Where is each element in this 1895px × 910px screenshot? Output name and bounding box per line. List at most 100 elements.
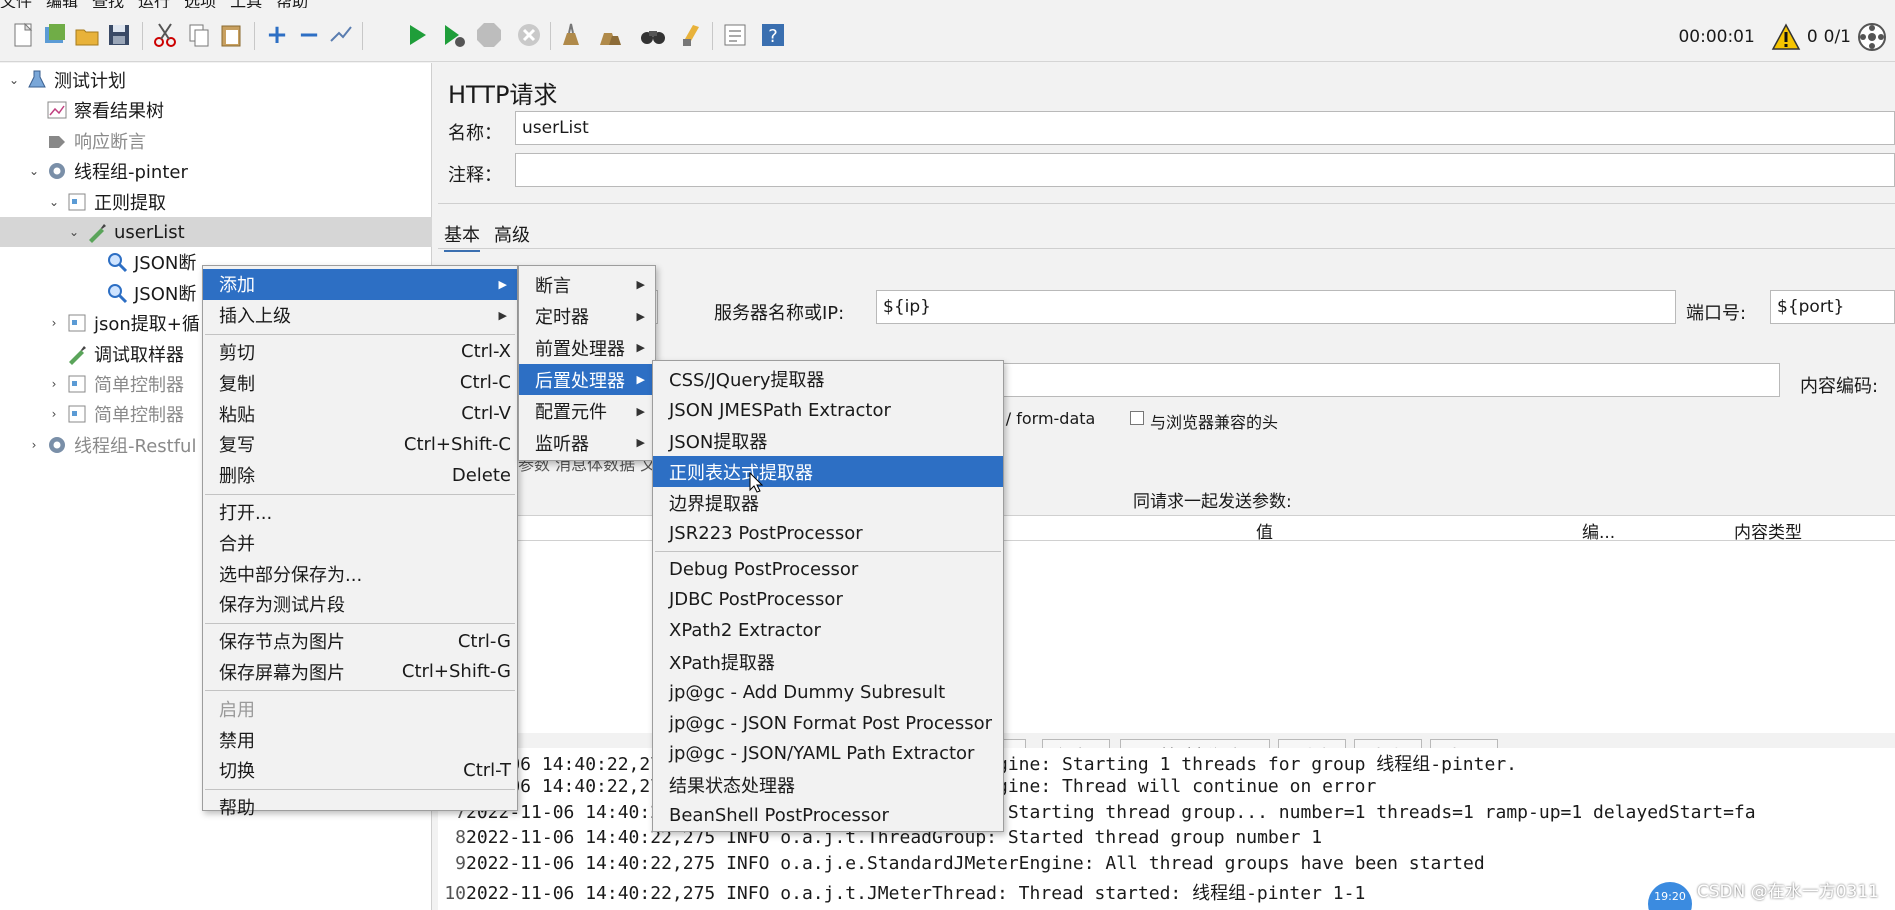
tree-node[interactable]: 响应断言 bbox=[26, 126, 146, 156]
tree-node[interactable]: › 线程组-Restful bbox=[26, 430, 197, 460]
menu-item[interactable]: 禁用 bbox=[203, 724, 517, 755]
menu-item[interactable]: BeanShell PostProcessor bbox=[653, 800, 1003, 831]
warning-icon[interactable] bbox=[1771, 23, 1801, 51]
submenu-arrow-icon: ▶ bbox=[636, 341, 645, 355]
menu-item[interactable]: 剪切 Ctrl-X bbox=[203, 337, 517, 368]
port-field[interactable]: ${port} bbox=[1770, 290, 1895, 324]
menu-item[interactable]: 保存为测试片段 bbox=[203, 589, 517, 620]
expand-toggle-icon[interactable]: ⌄ bbox=[66, 225, 82, 239]
menubar-item[interactable]: 运行 bbox=[138, 0, 170, 8]
menu-item[interactable]: jp@gc - JSON Format Post Processor bbox=[653, 708, 1003, 739]
tree-node[interactable]: ⌄ userList bbox=[0, 217, 432, 247]
server-field[interactable]: ${ip} bbox=[876, 290, 1676, 324]
menubar-item[interactable]: 工具 bbox=[230, 0, 262, 8]
name-field[interactable]: userList bbox=[515, 111, 1895, 145]
expand-toggle-icon[interactable]: › bbox=[46, 316, 62, 330]
menu-item[interactable]: 配置元件 ▶ bbox=[519, 395, 655, 427]
menubar-item[interactable]: 编辑 bbox=[46, 0, 78, 8]
expand-toggle-icon[interactable]: › bbox=[46, 377, 62, 391]
menubar-item[interactable]: 文件 bbox=[0, 0, 32, 8]
new-icon[interactable] bbox=[8, 20, 38, 50]
tree-node[interactable]: 调试取样器 bbox=[46, 339, 184, 369]
menu-item-label: jp@gc - JSON/YAML Path Extractor bbox=[669, 743, 975, 765]
expand-toggle-icon[interactable]: ⌄ bbox=[6, 73, 22, 87]
paste-icon[interactable] bbox=[216, 20, 246, 50]
tree-node[interactable]: ⌄ 线程组-pinter bbox=[26, 156, 188, 186]
menu-item[interactable]: 保存节点为图片 Ctrl-G bbox=[203, 626, 517, 657]
menu-item[interactable]: 断言 ▶ bbox=[519, 269, 655, 301]
menu-item[interactable]: 结果状态处理器 bbox=[653, 769, 1003, 800]
menubar-item[interactable]: 查找 bbox=[92, 0, 124, 8]
open-icon[interactable] bbox=[72, 20, 102, 50]
menu-item[interactable]: 打开... bbox=[203, 497, 517, 528]
tree-node[interactable]: › 简单控制器 bbox=[46, 369, 184, 399]
menu-item[interactable]: 后置处理器 ▶ bbox=[519, 363, 655, 396]
help-icon[interactable]: ? bbox=[758, 20, 788, 50]
tree-node[interactable]: ⌄ 测试计划 bbox=[6, 65, 126, 95]
menu-item[interactable]: CSS/JQuery提取器 bbox=[653, 364, 1003, 395]
menu-item[interactable]: 插入上级 ▶ bbox=[203, 300, 517, 331]
browser-headers-checkbox[interactable] bbox=[1130, 411, 1144, 425]
tree-node[interactable]: JSON断 bbox=[86, 278, 196, 308]
expand-toggle-icon[interactable]: › bbox=[46, 407, 62, 421]
menu-item[interactable]: 监听器 ▶ bbox=[519, 427, 655, 459]
menu-item[interactable]: 前置处理器 ▶ bbox=[519, 332, 655, 364]
menu-item[interactable]: 启用 bbox=[203, 693, 517, 724]
search-icon[interactable] bbox=[638, 20, 668, 50]
function-helper-icon[interactable] bbox=[720, 20, 750, 50]
tab-advanced[interactable]: 高级 bbox=[494, 221, 530, 247]
tree-node[interactable]: JSON断 bbox=[86, 247, 196, 277]
tab-basic[interactable]: 基本 bbox=[444, 221, 480, 252]
menubar-item[interactable]: 选项 bbox=[184, 0, 216, 8]
menu-item[interactable]: 正则表达式提取器 bbox=[653, 456, 1003, 488]
menu-item[interactable]: 添加 ▶ bbox=[203, 269, 517, 300]
menu-item[interactable]: 粘贴 Ctrl-V bbox=[203, 398, 517, 429]
collapse-icon[interactable]: − bbox=[294, 20, 324, 50]
menu-item[interactable]: 复写 Ctrl+Shift-C bbox=[203, 429, 517, 460]
start-icon[interactable] bbox=[402, 20, 432, 50]
menu-item[interactable]: XPath2 Extractor bbox=[653, 615, 1003, 646]
menu-item[interactable]: 帮助 bbox=[203, 792, 517, 823]
toggle-icon[interactable] bbox=[326, 20, 356, 50]
reset-search-icon[interactable] bbox=[676, 20, 706, 50]
menu-item[interactable]: JSR223 PostProcessor bbox=[653, 518, 1003, 549]
menu-item[interactable]: JSON提取器 bbox=[653, 426, 1003, 457]
divider[interactable] bbox=[438, 203, 1895, 209]
tree-node[interactable]: ⌄ 正则提取 bbox=[46, 187, 166, 217]
menu-item[interactable]: 复制 Ctrl-C bbox=[203, 367, 517, 398]
menu-item[interactable]: 切换 Ctrl-T bbox=[203, 755, 517, 786]
menu-item[interactable]: JDBC PostProcessor bbox=[653, 585, 1003, 616]
log-line: 72022-11-06 14:40:22,274 INFO o.a.j.t.Th… bbox=[438, 802, 1755, 828]
menu-item[interactable]: jp@gc - JSON/YAML Path Extractor bbox=[653, 739, 1003, 770]
templates-icon[interactable] bbox=[40, 20, 70, 50]
menu-item[interactable]: Debug PostProcessor bbox=[653, 554, 1003, 585]
menu-item[interactable]: 边界提取器 bbox=[653, 487, 1003, 518]
cut-icon[interactable] bbox=[150, 20, 180, 50]
expand-toggle-icon[interactable]: › bbox=[26, 438, 42, 452]
clear-icon[interactable] bbox=[556, 20, 586, 50]
menu-item[interactable]: 定时器 ▶ bbox=[519, 301, 655, 333]
copy-icon[interactable] bbox=[184, 20, 214, 50]
menu-item-label: JSR223 PostProcessor bbox=[669, 522, 863, 544]
menubar-item[interactable]: 帮助 bbox=[276, 0, 308, 8]
menu-item[interactable]: 保存屏幕为图片 Ctrl+Shift-G bbox=[203, 657, 517, 688]
stop-icon[interactable] bbox=[474, 20, 504, 50]
menu-item[interactable]: 删除 Delete bbox=[203, 460, 517, 491]
tree-node[interactable]: › 简单控制器 bbox=[46, 399, 184, 429]
start-no-pause-icon[interactable] bbox=[438, 20, 468, 50]
expand-icon[interactable]: + bbox=[262, 20, 292, 50]
tree-node[interactable]: 察看结果树 bbox=[26, 95, 164, 125]
tree-node[interactable]: › json提取+循 bbox=[46, 308, 200, 338]
menu-item[interactable]: jp@gc - Add Dummy Subresult bbox=[653, 677, 1003, 708]
menu-item[interactable]: 选中部分保存为... bbox=[203, 558, 517, 589]
shutdown-icon[interactable] bbox=[514, 20, 544, 50]
expand-toggle-icon[interactable]: ⌄ bbox=[46, 195, 62, 209]
expand-toggle-icon[interactable]: ⌄ bbox=[26, 164, 42, 178]
save-icon[interactable] bbox=[104, 20, 134, 50]
comment-field[interactable] bbox=[515, 153, 1895, 187]
menu-item[interactable]: XPath提取器 bbox=[653, 646, 1003, 677]
menu-item[interactable]: JSON JMESPath Extractor bbox=[653, 395, 1003, 426]
name-label: 名称： bbox=[448, 123, 502, 144]
clear-all-icon[interactable] bbox=[594, 20, 624, 50]
menu-item[interactable]: 合并 bbox=[203, 527, 517, 558]
